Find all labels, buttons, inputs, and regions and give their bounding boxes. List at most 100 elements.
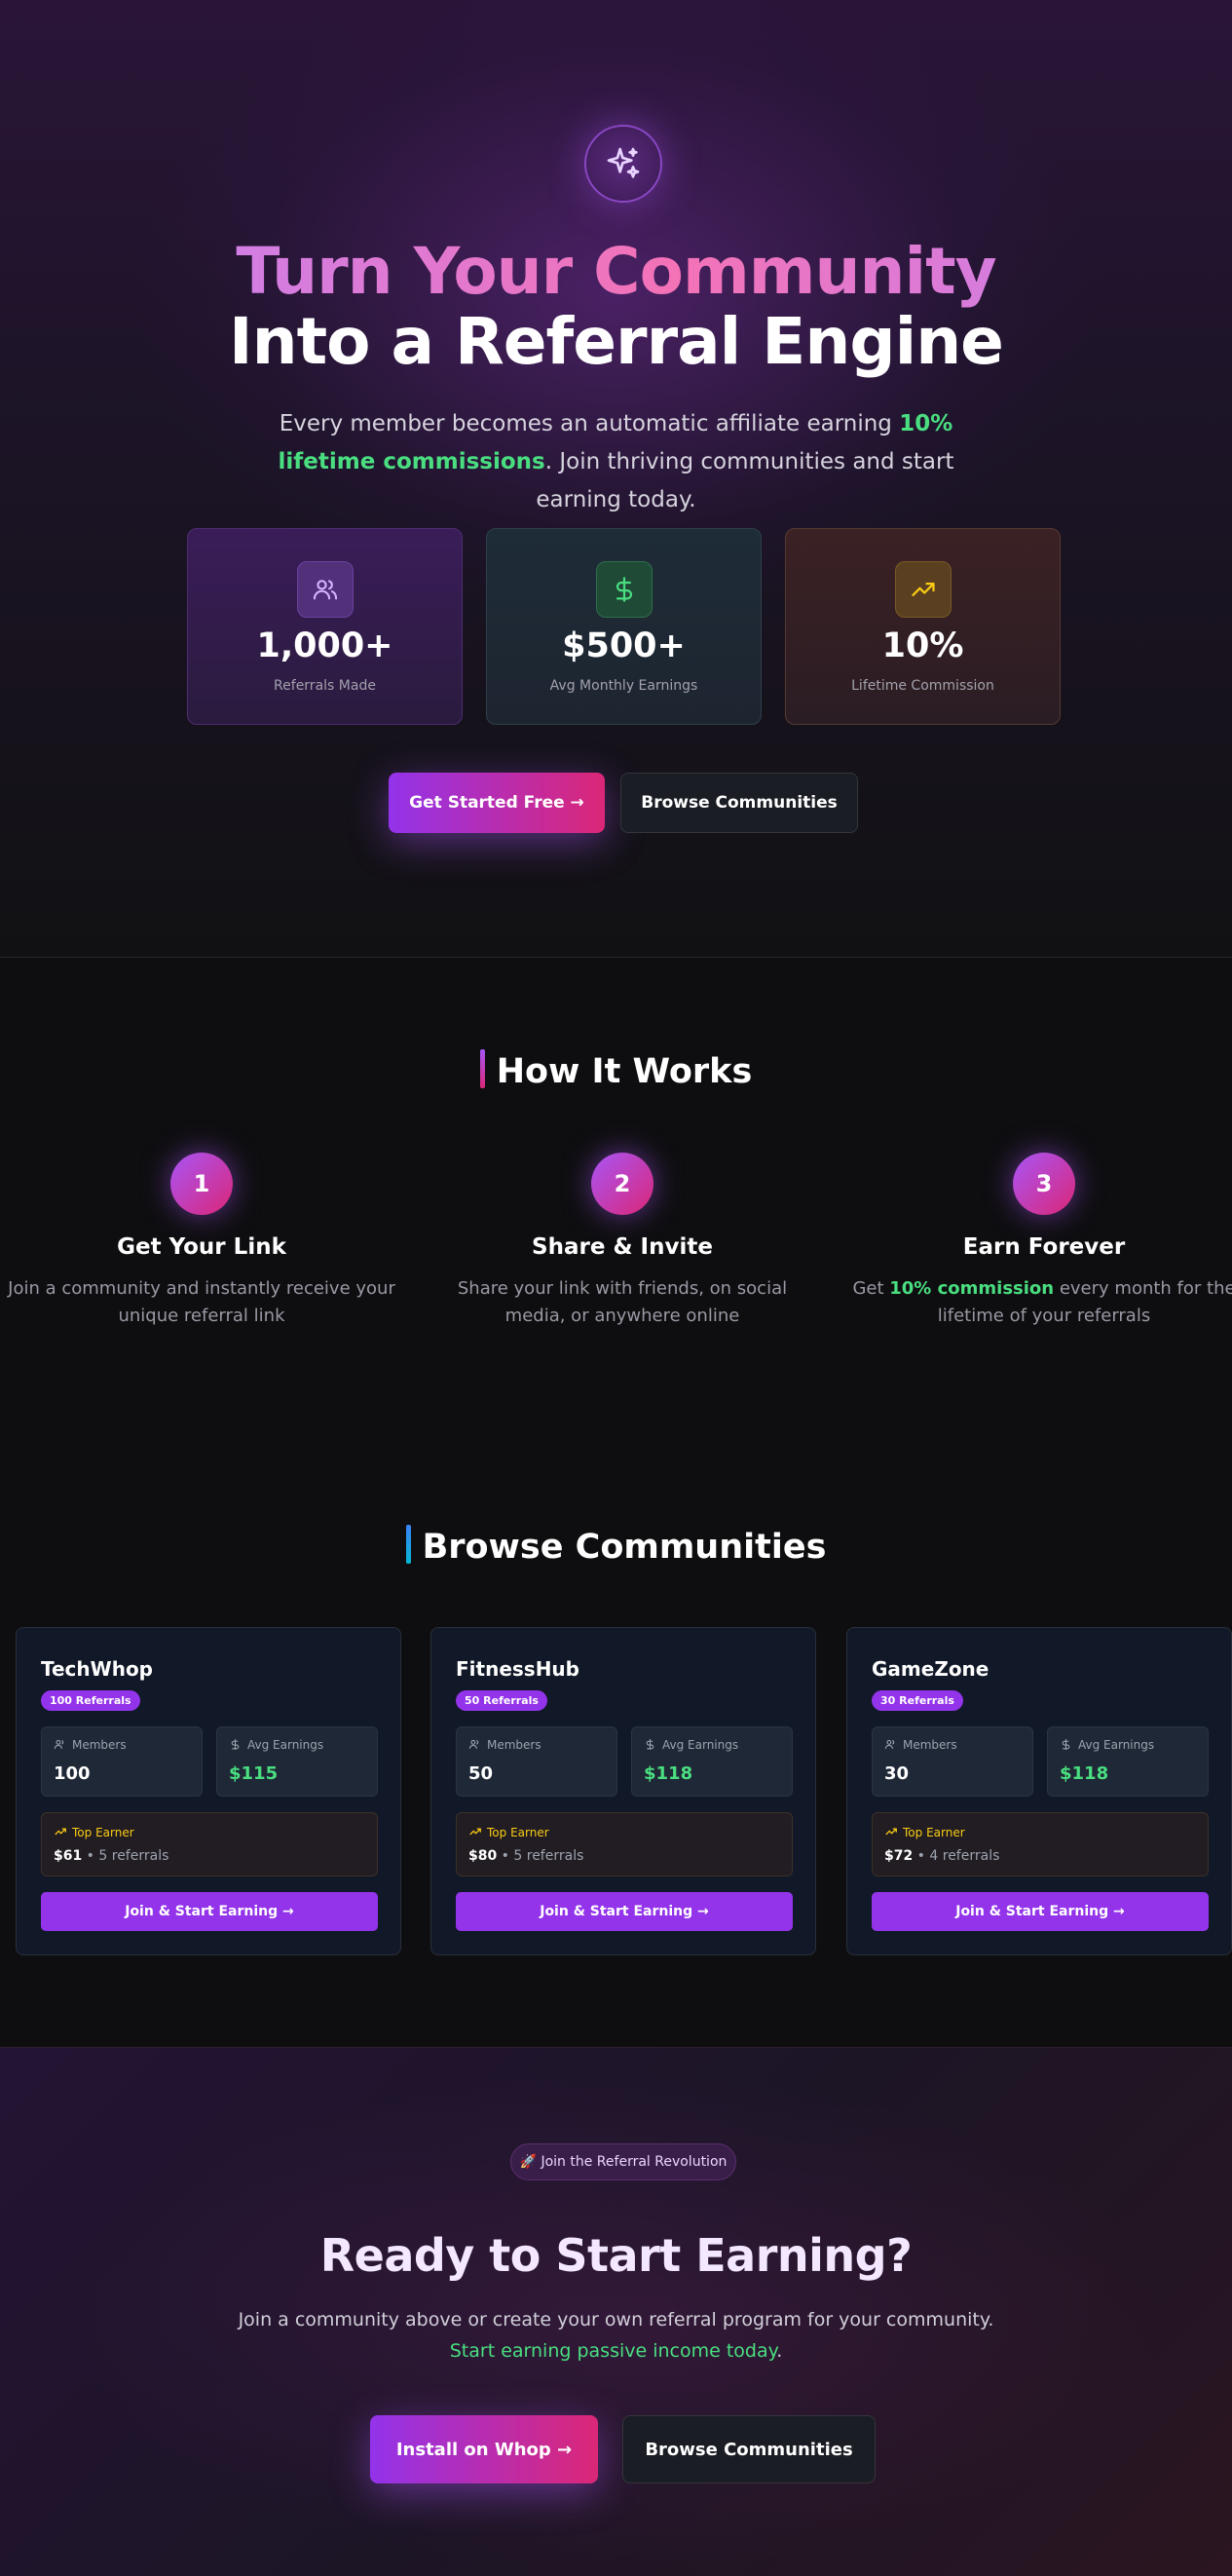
top-earner-referrals: • 4 referrals bbox=[913, 1848, 1000, 1864]
top-earner-label: Top Earner bbox=[72, 1826, 134, 1839]
stat-value: 10% bbox=[881, 626, 964, 665]
earnings-box: Avg Earnings $115 bbox=[216, 1726, 378, 1797]
earnings-label: Avg Earnings bbox=[662, 1738, 739, 1752]
how-it-works-title-text: How It Works bbox=[496, 1052, 753, 1091]
members-info: Members bbox=[468, 1738, 541, 1752]
top-earner-box: Top Earner $80 • 5 referrals bbox=[456, 1812, 793, 1876]
step-title: Share & Invite bbox=[532, 1234, 713, 1260]
dollar-icon bbox=[646, 1739, 654, 1750]
trending-up-icon bbox=[469, 1828, 481, 1836]
cta-section: 🚀 Join the Referral Revolution Ready to … bbox=[0, 2047, 1232, 2576]
stat-card-earnings: $500+ Avg Monthly Earnings bbox=[486, 528, 762, 725]
title-accent-bar bbox=[479, 1049, 485, 1088]
members-label: Members bbox=[72, 1738, 127, 1752]
earnings-info: Avg Earnings bbox=[644, 1738, 738, 1752]
cta-subtitle-period: . bbox=[776, 2340, 783, 2362]
join-start-earning-button[interactable]: Join & Start Earning → bbox=[456, 1892, 793, 1931]
top-earner-label: Top Earner bbox=[487, 1826, 549, 1839]
title-accent-bar bbox=[405, 1525, 411, 1564]
cta-subtitle-highlight: Start earning passive income today. bbox=[0, 2340, 1232, 2362]
step-description-highlight: 10% commission bbox=[889, 1278, 1055, 1299]
dollar-icon bbox=[596, 561, 653, 618]
members-value: 100 bbox=[54, 1763, 91, 1784]
top-earner-amount: $72 bbox=[884, 1848, 914, 1864]
step-description: Get 10% commission every month for the l… bbox=[849, 1275, 1232, 1330]
hero-subtitle: Every member becomes an automatic affili… bbox=[263, 405, 969, 519]
community-card-techwhop: TechWhop 100 Referrals Members 100 Avg E… bbox=[16, 1627, 401, 1955]
step-2: 2 Share & Invite Share your link with fr… bbox=[428, 1153, 817, 1330]
top-earner-value: $80 • 5 referrals bbox=[468, 1848, 583, 1864]
hero-subtitle-text: Every member becomes an automatic affili… bbox=[279, 411, 900, 436]
trending-up-icon bbox=[895, 561, 952, 618]
top-earner-info: Top Earner bbox=[54, 1825, 134, 1839]
dollar-icon bbox=[1062, 1739, 1070, 1750]
members-value: 30 bbox=[884, 1763, 910, 1784]
stat-label: Lifetime Commission bbox=[851, 678, 994, 694]
members-info: Members bbox=[54, 1738, 127, 1752]
stat-label: Avg Monthly Earnings bbox=[549, 678, 698, 694]
top-earner-referrals: • 5 referrals bbox=[497, 1848, 584, 1864]
members-label: Members bbox=[487, 1738, 541, 1752]
join-start-earning-button[interactable]: Join & Start Earning → bbox=[872, 1892, 1209, 1931]
trending-up-icon bbox=[885, 1828, 897, 1836]
earnings-value: $118 bbox=[1060, 1763, 1109, 1784]
trending-up-icon bbox=[55, 1828, 66, 1836]
stat-card-referrals: 1,000+ Referrals Made bbox=[187, 528, 463, 725]
browse-communities-title: Browse Communities bbox=[0, 1525, 1232, 1567]
users-icon bbox=[297, 561, 354, 618]
top-earner-value: $61 • 5 referrals bbox=[54, 1848, 168, 1864]
sparkles-icon bbox=[584, 125, 662, 203]
earnings-label: Avg Earnings bbox=[247, 1738, 324, 1752]
cta-title: Ready to Start Earning? bbox=[319, 2229, 913, 2282]
get-started-button[interactable]: Get Started Free → bbox=[389, 773, 605, 833]
step-1: 1 Get Your Link Join a community and ins… bbox=[7, 1153, 396, 1330]
community-name: FitnessHub bbox=[456, 1657, 579, 1681]
hero-section: Turn Your Community Into a Referral Engi… bbox=[0, 0, 1232, 958]
step-title: Earn Forever bbox=[962, 1234, 1126, 1260]
referrals-badge: 30 Referrals bbox=[872, 1690, 963, 1711]
referrals-badge: 50 Referrals bbox=[456, 1690, 547, 1711]
top-earner-box: Top Earner $61 • 5 referrals bbox=[41, 1812, 378, 1876]
referrals-badge: 100 Referrals bbox=[41, 1690, 140, 1711]
top-earner-amount: $80 bbox=[468, 1848, 498, 1864]
top-earner-box: Top Earner $72 • 4 referrals bbox=[872, 1812, 1209, 1876]
browse-communities-title-text: Browse Communities bbox=[422, 1528, 827, 1567]
step-description: Share your link with friends, on social … bbox=[457, 1278, 788, 1326]
members-value: 50 bbox=[468, 1763, 494, 1784]
users-icon bbox=[884, 1739, 895, 1749]
top-earner-info: Top Earner bbox=[884, 1825, 965, 1839]
dollar-icon bbox=[231, 1739, 240, 1750]
earnings-box: Avg Earnings $118 bbox=[1047, 1726, 1209, 1797]
community-name: GameZone bbox=[872, 1657, 989, 1681]
stat-value: $500+ bbox=[562, 626, 686, 665]
top-earner-label: Top Earner bbox=[903, 1826, 965, 1839]
hero-subtitle-tail: . Join thriving communities and start ea… bbox=[536, 449, 954, 512]
top-earner-referrals: • 5 referrals bbox=[82, 1848, 169, 1864]
community-card-fitnesshub: FitnessHub 50 Referrals Members 50 Avg E… bbox=[430, 1627, 816, 1955]
users-icon bbox=[468, 1739, 479, 1749]
top-earner-value: $72 • 4 referrals bbox=[884, 1848, 999, 1864]
step-3: 3 Earn Forever Get 10% commission every … bbox=[849, 1153, 1232, 1330]
cta-browse-communities-button[interactable]: Browse Communities bbox=[622, 2415, 876, 2483]
earnings-info: Avg Earnings bbox=[1060, 1738, 1154, 1752]
step-number: 3 bbox=[1013, 1153, 1075, 1215]
step-title: Get Your Link bbox=[117, 1234, 286, 1260]
earnings-label: Avg Earnings bbox=[1078, 1738, 1155, 1752]
cta-subtitle: Join a community above or create your ow… bbox=[238, 2309, 994, 2330]
earnings-info: Avg Earnings bbox=[229, 1738, 323, 1752]
how-it-works-title: How It Works bbox=[0, 1049, 1232, 1091]
step-description-text: Get bbox=[852, 1278, 890, 1299]
join-start-earning-button[interactable]: Join & Start Earning → bbox=[41, 1892, 378, 1931]
earnings-value: $118 bbox=[644, 1763, 693, 1784]
users-icon bbox=[54, 1739, 64, 1749]
step-number: 1 bbox=[170, 1153, 233, 1215]
members-box: Members 50 bbox=[456, 1726, 617, 1797]
install-on-whop-button[interactable]: Install on Whop → bbox=[370, 2415, 598, 2483]
cta-subtitle-highlight-text: Start earning passive income today bbox=[449, 2340, 777, 2362]
browse-communities-button[interactable]: Browse Communities bbox=[620, 773, 858, 833]
members-label: Members bbox=[903, 1738, 957, 1752]
step-description: Join a community and instantly receive y… bbox=[8, 1278, 395, 1326]
earnings-value: $115 bbox=[229, 1763, 279, 1784]
top-earner-info: Top Earner bbox=[468, 1825, 549, 1839]
stat-value: 1,000+ bbox=[256, 626, 393, 665]
